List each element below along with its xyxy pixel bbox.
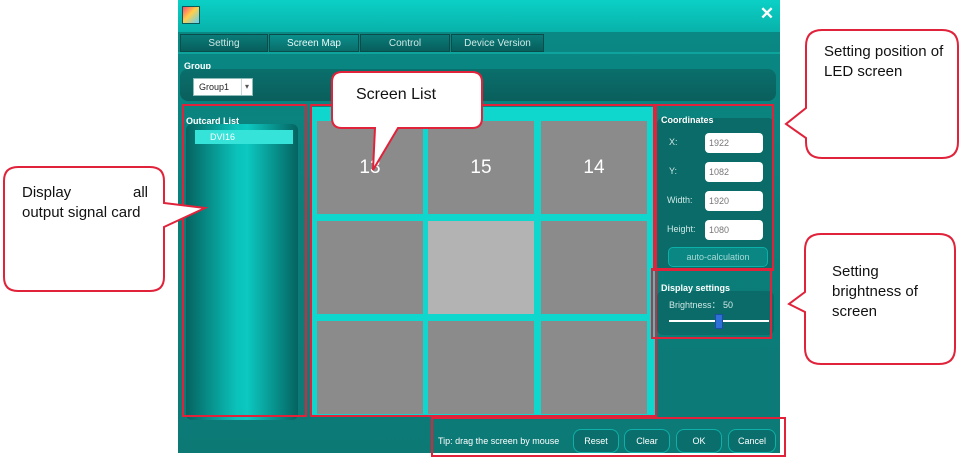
display-all-word2: all	[132, 184, 148, 201]
coordinates-highlight-box	[653, 104, 774, 271]
display-all-word1: Display	[22, 184, 72, 201]
chevron-down-icon[interactable]: ▾	[241, 79, 252, 95]
tab-setting[interactable]: Setting	[180, 34, 268, 52]
close-x-icon[interactable]: ✕	[758, 4, 776, 24]
brightness-callout: Setting brightness of screen	[832, 263, 918, 320]
tab-screen-map[interactable]: Screen Map	[269, 34, 359, 52]
position-callout: Setting position of LED screen	[824, 43, 944, 80]
app-logo-icon	[182, 6, 200, 24]
tab-device-version[interactable]: Device Version	[451, 34, 544, 52]
bottom-bar-highlight-box	[431, 417, 786, 457]
display-all-callout: Display all output signal card	[22, 183, 148, 223]
tab-control[interactable]: Control	[360, 34, 450, 52]
display-all-rest: output signal card	[22, 204, 141, 221]
title-bar	[178, 0, 780, 32]
display-highlight-box	[651, 268, 772, 339]
screen-list-callout: Screen List	[356, 86, 437, 103]
tab-divider	[178, 52, 780, 54]
